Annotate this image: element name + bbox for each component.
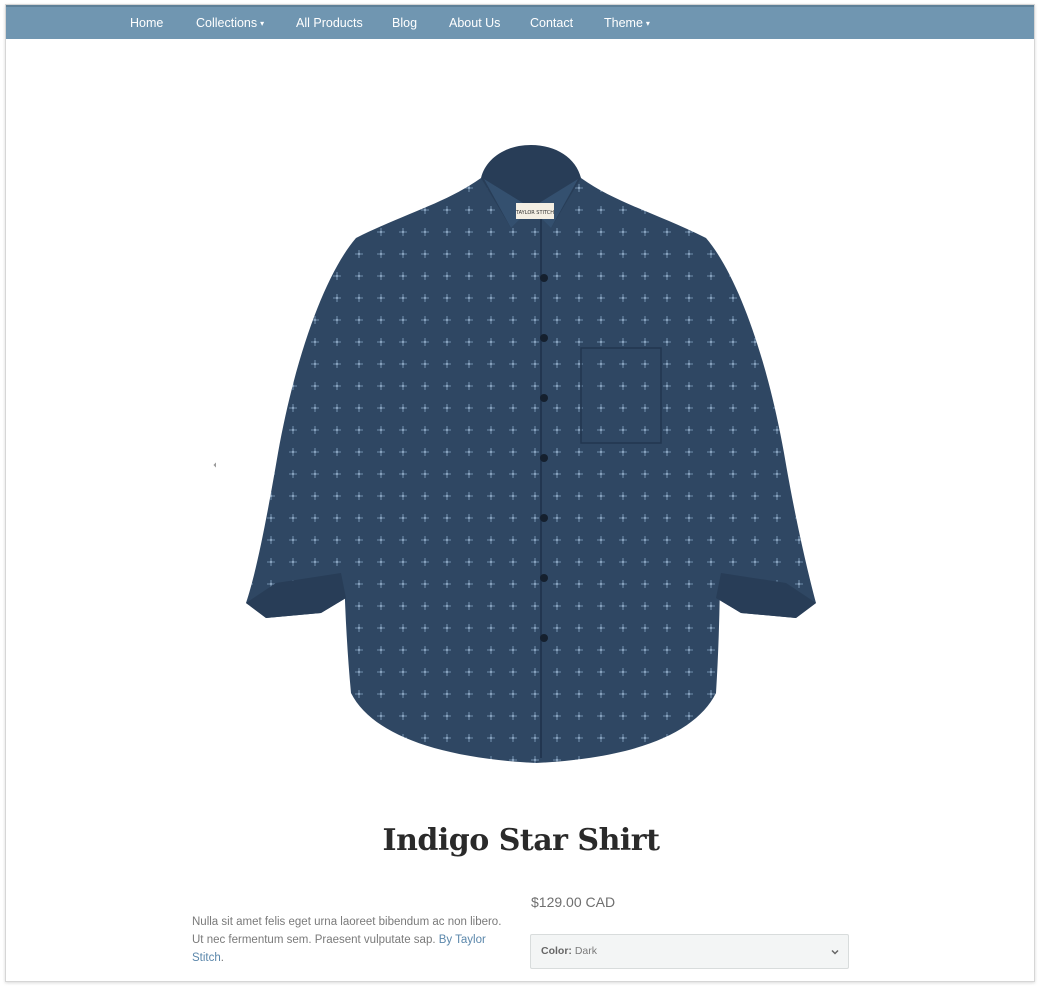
nav-contact[interactable]: Contact [530,7,573,39]
nav-home[interactable]: Home [130,7,163,39]
product-gallery: TAYLOR STITCH [196,133,856,788]
product-price: $129.00 CAD [531,894,616,910]
page-frame: Home Collections ▾ All Products Blog Abou… [5,4,1035,982]
description-end: . [220,952,224,964]
chevron-down-icon [831,949,839,955]
nav-blog[interactable]: Blog [392,7,417,39]
nav-collections-label: Collections [196,16,258,30]
product-description: Nulla sit amet felis eget urna laoreet b… [192,913,512,967]
nav-about-us[interactable]: About Us [449,7,500,39]
shirt-label-text: TAYLOR STITCH [515,210,554,216]
chevron-down-icon: ▾ [645,19,650,28]
nav-theme-label: Theme [604,16,643,30]
color-select-value: Dark [574,945,598,957]
product-title: Indigo Star Shirt [382,823,660,858]
main-nav: Home Collections ▾ All Products Blog Abou… [6,5,1034,39]
nav-all-products[interactable]: All Products [296,7,363,39]
product-image[interactable]: TAYLOR STITCH [216,133,846,788]
color-select-label: Color: [541,945,572,957]
nav-theme[interactable]: Theme ▾ [604,7,650,39]
nav-collections[interactable]: Collections ▾ [196,7,264,39]
chevron-down-icon: ▾ [260,19,265,28]
color-select[interactable]: Color: Dark [530,934,849,969]
